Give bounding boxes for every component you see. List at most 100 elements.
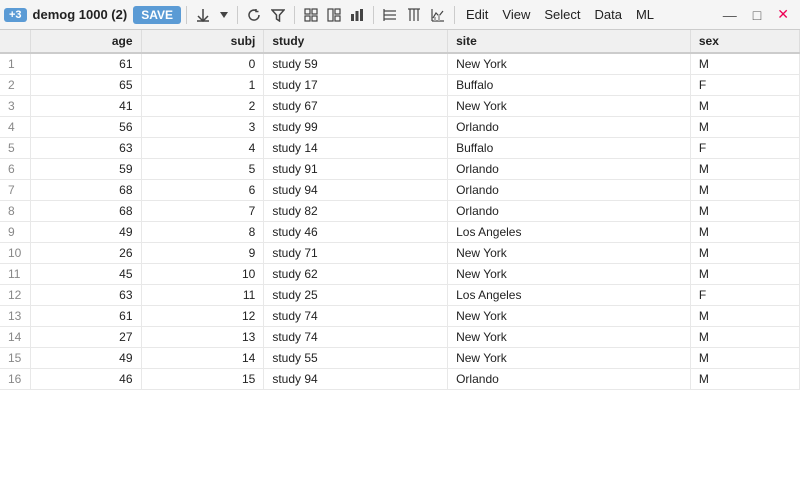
cell-subj: 5 [141,159,264,180]
cell-row-num: 8 [0,201,30,222]
refresh-icon [247,8,261,22]
sparkline-button[interactable] [427,3,449,27]
download-icon [196,8,210,22]
table-row[interactable]: 5634study 14BuffaloF [0,138,800,159]
cell-study: study 74 [264,306,448,327]
cell-row-num: 6 [0,159,30,180]
separator-5 [454,6,455,24]
cell-study: study 94 [264,369,448,390]
cell-age: 68 [30,201,141,222]
table-row[interactable]: 10269study 71New YorkM [0,243,800,264]
cell-site: Orlando [448,117,691,138]
col-header-study[interactable]: study [264,30,448,53]
cell-subj: 11 [141,285,264,306]
grid-icon [304,8,318,22]
filename-label: demog 1000 (2) [33,7,128,22]
separator-4 [373,6,374,24]
cell-site: Los Angeles [448,285,691,306]
cell-row-num: 14 [0,327,30,348]
menu-edit[interactable]: Edit [460,5,494,24]
menu-view[interactable]: View [496,5,536,24]
cell-row-num: 11 [0,264,30,285]
menu-select[interactable]: Select [538,5,586,24]
refresh-button[interactable] [243,3,265,27]
separator-1 [186,6,187,24]
cell-study: study 94 [264,180,448,201]
cell-site: Buffalo [448,75,691,96]
col-header-age[interactable]: age [30,30,141,53]
table-row[interactable]: 1610study 59New YorkM [0,53,800,75]
cell-sex: M [690,264,799,285]
cell-study: study 55 [264,348,448,369]
grid-view-button[interactable] [300,3,322,27]
table-row[interactable]: 2651study 17BuffaloF [0,75,800,96]
minimize-button[interactable]: — [716,5,744,25]
cell-sex: M [690,306,799,327]
table-container: age subj study site sex 1610study 59New … [0,30,800,501]
table-row[interactable]: 164615study 94OrlandoM [0,369,800,390]
cell-sex: M [690,201,799,222]
col-header-subj[interactable]: subj [141,30,264,53]
save-button[interactable]: SAVE [133,6,181,24]
table-row[interactable]: 154914study 55New YorkM [0,348,800,369]
cell-age: 27 [30,327,141,348]
cell-site: New York [448,348,691,369]
filter-button[interactable] [267,3,289,27]
close-button[interactable]: ✕ [770,4,796,25]
data-table: age subj study site sex 1610study 59New … [0,30,800,390]
cell-row-num: 10 [0,243,30,264]
col-header-sex[interactable]: sex [690,30,799,53]
table-row[interactable]: 114510study 62New YorkM [0,264,800,285]
table-row[interactable]: 142713study 74New YorkM [0,327,800,348]
row-format-button[interactable] [379,3,401,27]
cell-subj: 14 [141,348,264,369]
table-row[interactable]: 9498study 46Los AngelesM [0,222,800,243]
cell-sex: F [690,285,799,306]
cell-row-num: 2 [0,75,30,96]
cell-site: New York [448,264,691,285]
tile-view-button[interactable] [323,3,345,27]
table-row[interactable]: 4563study 99OrlandoM [0,117,800,138]
cell-sex: M [690,327,799,348]
table-row[interactable]: 126311study 25Los AngelesF [0,285,800,306]
tab-badge: +3 [4,8,27,22]
cell-sex: M [690,369,799,390]
cell-sex: M [690,117,799,138]
table-row[interactable]: 6595study 91OrlandoM [0,159,800,180]
download-button[interactable] [192,3,214,27]
row-format-icon [383,8,397,22]
menu-ml[interactable]: ML [630,5,660,24]
cell-subj: 9 [141,243,264,264]
cell-age: 49 [30,348,141,369]
cell-site: New York [448,327,691,348]
cell-row-num: 7 [0,180,30,201]
cell-sex: M [690,348,799,369]
col-format-button[interactable] [403,3,425,27]
download-dropdown-button[interactable] [216,3,232,27]
col-header-site[interactable]: site [448,30,691,53]
cell-sex: F [690,138,799,159]
cell-site: New York [448,53,691,75]
table-row[interactable]: 7686study 94OrlandoM [0,180,800,201]
filter-icon [271,8,285,22]
cell-row-num: 4 [0,117,30,138]
cell-subj: 12 [141,306,264,327]
cell-study: study 91 [264,159,448,180]
table-row[interactable]: 3412study 67New YorkM [0,96,800,117]
cell-sex: M [690,159,799,180]
bar-chart-icon [350,8,364,22]
cell-study: study 62 [264,264,448,285]
cell-site: New York [448,306,691,327]
menu-data[interactable]: Data [589,5,628,24]
cell-subj: 6 [141,180,264,201]
cell-sex: M [690,222,799,243]
cell-sex: M [690,96,799,117]
table-row[interactable]: 136112study 74New YorkM [0,306,800,327]
cell-subj: 13 [141,327,264,348]
cell-age: 63 [30,285,141,306]
chart-view-button[interactable] [346,3,368,27]
separator-3 [294,6,295,24]
cell-age: 41 [30,96,141,117]
maximize-button[interactable]: □ [746,5,768,25]
table-row[interactable]: 8687study 82OrlandoM [0,201,800,222]
